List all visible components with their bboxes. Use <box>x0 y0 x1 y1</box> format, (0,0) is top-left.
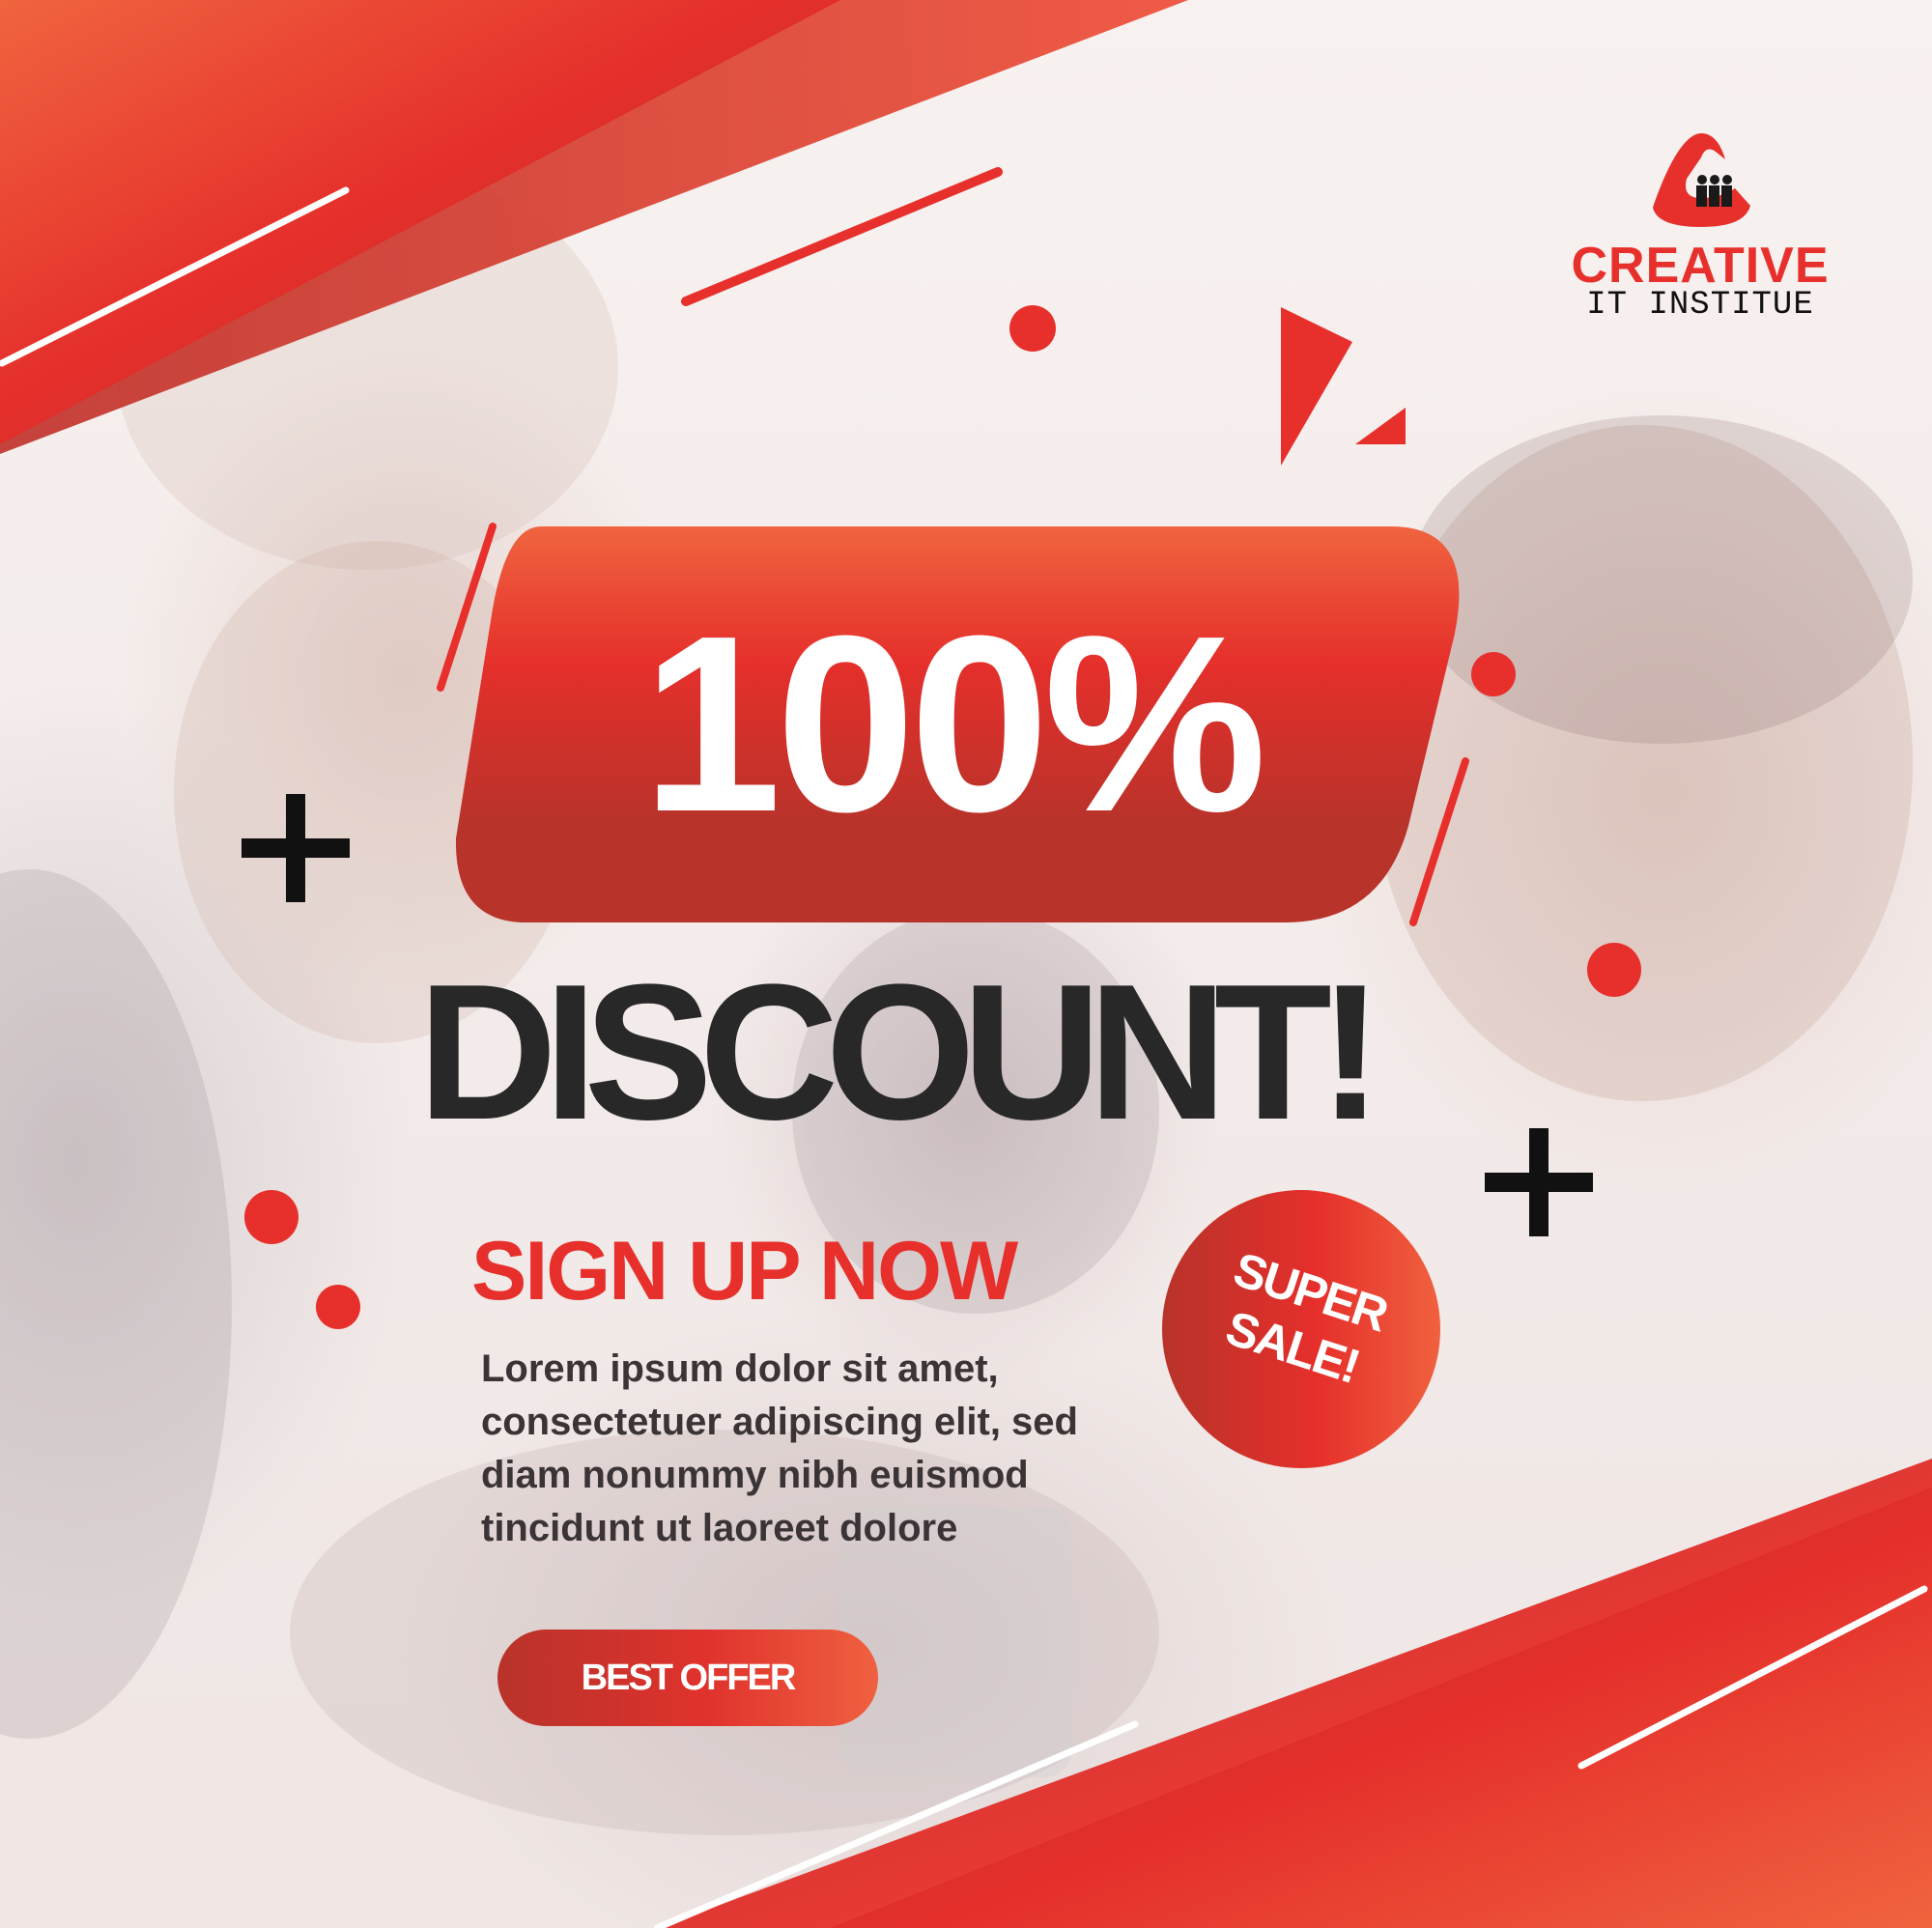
signup-heading: SIGN UP NOW <box>471 1225 1018 1318</box>
creative-it-logo-icon <box>1653 133 1750 227</box>
red-line-top <box>681 167 1003 306</box>
super-sale-label: SUPER SALE! <box>1219 1241 1394 1394</box>
brand-subtitle: IT INSTITUE <box>1586 287 1814 324</box>
brand-name: CREATIVE <box>1571 238 1830 294</box>
best-offer-button[interactable]: BEST OFFER <box>497 1630 878 1726</box>
circle-dot <box>244 1190 298 1244</box>
circle-dot <box>1587 943 1641 997</box>
brand-logo: CREATIVE IT INSTITUE <box>1565 130 1835 324</box>
super-sale-badge: SUPER SALE! <box>1162 1190 1440 1468</box>
plus-icon <box>242 794 350 902</box>
circle-dot <box>316 1285 360 1329</box>
plus-icon <box>1485 1128 1593 1236</box>
body-copy: Lorem ipsum dolor sit amet, consectetuer… <box>481 1347 1078 1549</box>
circle-dot <box>1009 305 1056 352</box>
circle-dot <box>1471 652 1516 696</box>
triangle-shape-large <box>1281 307 1352 466</box>
headline-discount: DISCOUNT! <box>417 945 1382 1160</box>
top-left-banner <box>0 0 840 444</box>
triangle-shape-small <box>1355 408 1406 444</box>
headline-percent: 100% <box>641 584 1267 865</box>
